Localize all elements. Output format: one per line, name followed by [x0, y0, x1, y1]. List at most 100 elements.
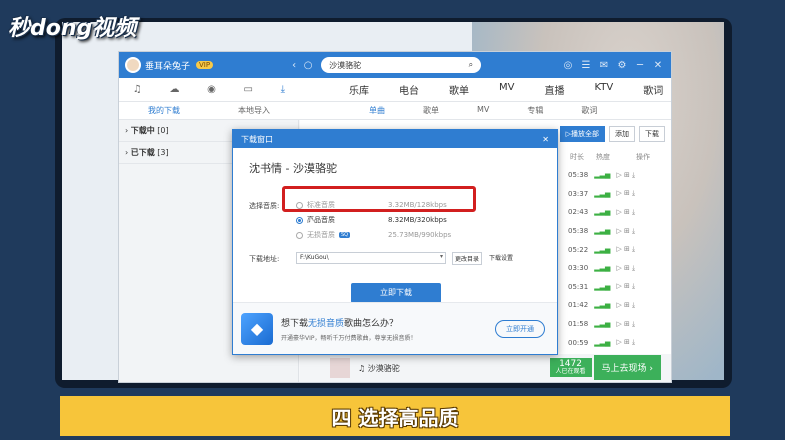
- row-duration: 03:37: [568, 189, 589, 198]
- live-count: 1472 人已在观看: [549, 358, 592, 377]
- refresh-icon[interactable]: ○: [301, 60, 315, 71]
- close-icon[interactable]: ✕: [651, 60, 665, 71]
- row-actions-icons[interactable]: ▷ ⊞ ⤓: [616, 245, 635, 254]
- heat-bars-icon: ▂▃▅: [594, 338, 611, 347]
- tab-lyrics[interactable]: 歌词: [643, 82, 663, 97]
- tab-playlists[interactable]: 歌单: [449, 82, 469, 97]
- radio-high[interactable]: [296, 216, 303, 224]
- cloud-icon[interactable]: ☁: [169, 84, 179, 95]
- tab-sub-playlists[interactable]: 歌单: [423, 105, 439, 116]
- tab-sub-mv[interactable]: MV: [477, 105, 489, 116]
- row-actions-icons[interactable]: ▷ ⊞ ⤓: [616, 301, 635, 310]
- path-input[interactable]: F:\KuGou\ ▾: [296, 252, 446, 264]
- row-actions-icons[interactable]: ▷ ⊞ ⤓: [616, 338, 635, 347]
- tab-radio[interactable]: 电台: [399, 82, 419, 97]
- table-row[interactable]: 01:42 ▂▃▅ ▷ ⊞ ⤓: [568, 296, 664, 315]
- row-duration: 05:38: [568, 227, 589, 236]
- heat-bars-icon: ▂▃▅: [594, 264, 611, 273]
- album-thumbnail[interactable]: [330, 358, 350, 378]
- table-row[interactable]: 02:43 ▂▃▅ ▷ ⊞ ⤓: [568, 203, 664, 222]
- radio-icon[interactable]: ◉: [207, 84, 216, 95]
- row-duration: 03:30: [568, 264, 589, 273]
- heat-bars-icon: ▂▃▅: [594, 320, 611, 329]
- search-icon[interactable]: ⌕: [469, 60, 473, 70]
- quality-label: 选择音质:: [249, 202, 280, 210]
- table-row[interactable]: 00:59 ▂▃▅ ▷ ⊞ ⤓: [568, 333, 664, 352]
- tab-ktv[interactable]: KTV: [594, 82, 613, 97]
- message-icon[interactable]: ✉: [597, 60, 611, 71]
- sq-badge: SQ: [339, 232, 351, 238]
- add-button[interactable]: 添加: [609, 126, 635, 142]
- song-rows: 05:38 ▂▃▅ ▷ ⊞ ⤓ 03:37 ▂▃▅ ▷ ⊞ ⤓ 02:43 ▂▃▅ ▷ ⊞ ⤓ 0…: [568, 166, 664, 352]
- row-duration: 01:42: [568, 301, 589, 310]
- game-icon[interactable]: ◎: [561, 60, 575, 71]
- download-dialog: 下载窗口 ✕ 沈书情 - 沙漠骆驼 选择音质: 标准音质 3.32MB/128k…: [232, 129, 558, 355]
- settings-icon[interactable]: ⚙: [615, 60, 629, 71]
- table-row[interactable]: 01:58 ▂▃▅ ▷ ⊞ ⤓: [568, 315, 664, 334]
- table-row[interactable]: 05:38 ▂▃▅ ▷ ⊞ ⤓: [568, 222, 664, 241]
- row-duration: 05:31: [568, 282, 589, 291]
- go-live-button[interactable]: 马上去现场 ›: [593, 355, 661, 380]
- col-heat: 热度: [596, 153, 610, 161]
- avatar[interactable]: [125, 57, 141, 73]
- radio-lossless[interactable]: [296, 231, 303, 239]
- path-label: 下载地址:: [249, 255, 280, 263]
- row-duration: 05:38: [568, 171, 589, 180]
- chevron-down-icon[interactable]: ▾: [440, 253, 443, 260]
- tab-mv[interactable]: MV: [499, 82, 514, 97]
- action-bar: ▷播放全部 添加 下载: [559, 126, 665, 142]
- song-title: 沈书情 - 沙漠骆驼: [249, 162, 337, 175]
- download-icon[interactable]: ⤓: [281, 84, 285, 95]
- back-arrow-icon[interactable]: ‹: [287, 60, 301, 71]
- table-row[interactable]: 05:38 ▂▃▅ ▷ ⊞ ⤓: [568, 166, 664, 185]
- tab-live[interactable]: 直播: [544, 82, 564, 97]
- table-row[interactable]: 03:30 ▂▃▅ ▷ ⊞ ⤓: [568, 259, 664, 278]
- diamond-icon: ◆: [241, 312, 273, 345]
- row-actions-icons[interactable]: ▷ ⊞ ⤓: [616, 282, 635, 291]
- table-row[interactable]: 05:31 ▂▃▅ ▷ ⊞ ⤓: [568, 278, 664, 297]
- download-settings-link[interactable]: 下载设置: [489, 253, 513, 262]
- nav-row: ♫ ☁ ◉ ▭ ⤓ 乐库 电台 歌单 MV 直播 KTV 歌词: [119, 78, 671, 102]
- heat-bars-icon: ▂▃▅: [594, 245, 611, 254]
- row-actions-icons[interactable]: ▷ ⊞ ⤓: [616, 189, 635, 198]
- row-actions-icons[interactable]: ▷ ⊞ ⤓: [616, 320, 635, 329]
- close-icon[interactable]: ✕: [542, 135, 549, 144]
- vip-badge: VIP: [196, 61, 214, 69]
- row-actions-icons[interactable]: ▷ ⊞ ⤓: [616, 208, 635, 217]
- promo-song[interactable]: ♫ 沙漠骆驼: [358, 363, 400, 374]
- table-row[interactable]: 03:37 ▂▃▅ ▷ ⊞ ⤓: [568, 185, 664, 204]
- tab-library[interactable]: 乐库: [349, 82, 369, 97]
- play-all-button[interactable]: ▷播放全部: [559, 126, 605, 142]
- quality-option-lossless[interactable]: 无损音质 SQ 25.73MB/990kbps: [296, 230, 451, 240]
- tab-songs[interactable]: 单曲: [369, 105, 385, 116]
- download-now-button[interactable]: 立即下载: [351, 283, 441, 303]
- live-banner[interactable]: 1472 人已在观看 马上去现场 ›: [549, 355, 661, 380]
- open-vip-button[interactable]: 立即开通: [495, 320, 545, 338]
- tab-my-downloads[interactable]: 我的下载: [148, 105, 180, 116]
- vip-promo: ◆ 想下载无损音质歌曲怎么办？ 开通豪华VIP，畅听千万付费歌曲，尊享无损音质！…: [233, 302, 557, 354]
- table-row[interactable]: 05:22 ▂▃▅ ▷ ⊞ ⤓: [568, 240, 664, 259]
- music-note-icon[interactable]: ♫: [133, 84, 142, 95]
- row-actions-icons[interactable]: ▷ ⊞ ⤓: [616, 264, 635, 273]
- search-input[interactable]: 沙漠骆驼 ⌕: [321, 57, 482, 73]
- minimize-icon[interactable]: ─: [633, 60, 647, 71]
- device-icon[interactable]: ▭: [244, 84, 253, 95]
- dialog-body: 沈书情 - 沙漠骆驼 选择音质: 标准音质 3.32MB/128kbps 高品音…: [233, 148, 557, 303]
- tab-local-import[interactable]: 本地导入: [238, 105, 270, 116]
- heat-bars-icon: ▂▃▅: [594, 282, 611, 291]
- tab-albums[interactable]: 专辑: [527, 105, 543, 116]
- tab-sub-lyrics[interactable]: 歌词: [581, 105, 597, 116]
- username[interactable]: 垂耳朵兔子: [145, 59, 190, 72]
- vip-promo-text: 想下载无损音质歌曲怎么办？ 开通豪华VIP，畅听千万付费歌曲，尊享无损音质！: [281, 318, 417, 342]
- row-duration: 05:22: [568, 245, 589, 254]
- heat-bars-icon: ▂▃▅: [594, 208, 611, 217]
- row-actions-icons[interactable]: ▷ ⊞ ⤓: [616, 227, 635, 236]
- heat-bars-icon: ▂▃▅: [594, 171, 611, 180]
- dialog-header: 下载窗口 ✕: [233, 130, 557, 148]
- skin-icon[interactable]: ☰: [579, 60, 593, 71]
- row-actions-icons[interactable]: ▷ ⊞ ⤓: [616, 171, 635, 180]
- change-dir-button[interactable]: 更改目录: [452, 252, 483, 265]
- row-duration: 02:43: [568, 208, 589, 217]
- download-button[interactable]: 下载: [639, 126, 665, 142]
- row-duration: 01:58: [568, 320, 589, 329]
